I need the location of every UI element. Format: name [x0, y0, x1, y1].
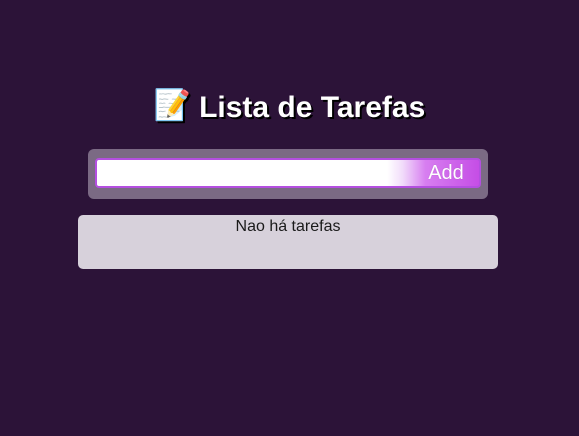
- page-title-text: Lista de Tarefas: [199, 91, 426, 124]
- empty-message: Nao há tarefas: [235, 218, 341, 235]
- memo-icon: 📝: [153, 89, 192, 123]
- add-button[interactable]: Add: [404, 160, 488, 186]
- task-list: Nao há tarefas: [78, 215, 498, 269]
- page-title: 📝 Lista de Tarefas: [0, 86, 579, 131]
- task-input-card: Add: [88, 149, 488, 199]
